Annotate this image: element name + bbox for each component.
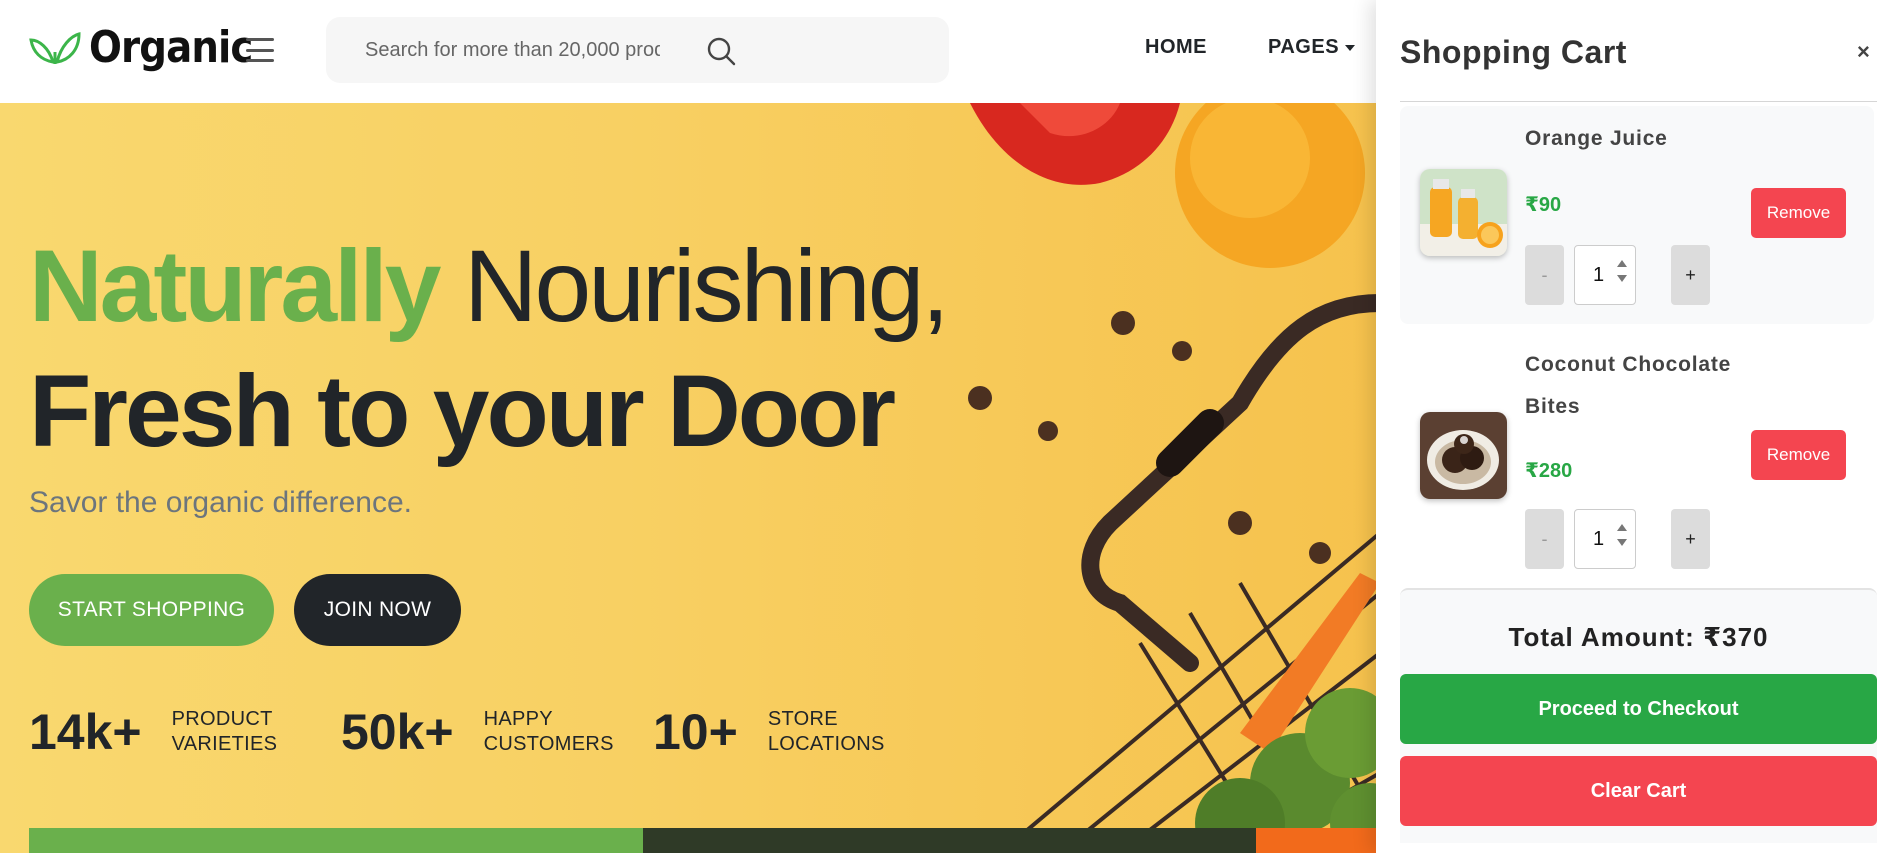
- item-price: ₹280: [1525, 460, 1573, 482]
- increase-quantity-button[interactable]: +: [1671, 245, 1710, 305]
- spinner-arrows-icon[interactable]: [1617, 260, 1627, 282]
- search-icon[interactable]: [706, 36, 736, 66]
- spinner-arrows-icon[interactable]: [1617, 524, 1627, 546]
- logo-text: Organic: [89, 22, 253, 73]
- cart-title: Shopping Cart: [1400, 34, 1627, 70]
- hero-subtitle: Savor the organic difference.: [29, 486, 413, 519]
- decrease-quantity-button[interactable]: -: [1525, 245, 1564, 305]
- divider: [1400, 101, 1877, 102]
- stat-value: 50k+: [341, 704, 454, 760]
- stat-product-varieties: 14k+ PRODUCT VARIETIES: [29, 703, 277, 761]
- quantity-value: 1: [1593, 527, 1605, 550]
- feature-strip-orange: [1256, 828, 1380, 853]
- stat-label: PRODUCT VARIETIES: [171, 708, 278, 755]
- checkout-button[interactable]: Proceed to Checkout: [1400, 674, 1877, 744]
- search-bar: [326, 17, 949, 83]
- quantity-stepper[interactable]: 1: [1574, 509, 1636, 569]
- feature-strip-dark: [643, 828, 1256, 853]
- quantity-value: 1: [1593, 263, 1605, 286]
- start-shopping-button[interactable]: START SHOPPING: [29, 574, 274, 646]
- item-name: Coconut Chocolate Bites: [1525, 353, 1732, 418]
- join-now-button[interactable]: JOIN NOW: [294, 574, 461, 646]
- total-amount: Total Amount: ₹370: [1508, 622, 1769, 652]
- orange-juice-thumbnail: [1420, 169, 1507, 256]
- caret-down-icon: [1345, 44, 1356, 51]
- cart-item: Coconut Chocolate Bites ₹280 Remove - 1 …: [1400, 338, 1874, 578]
- stat-happy-customers: 50k+ HAPPY CUSTOMERS: [341, 703, 614, 761]
- grocery-basket-illustration: [968, 103, 1380, 853]
- nav-pages-label: PAGES: [1268, 36, 1340, 58]
- close-icon[interactable]: ×: [1857, 39, 1870, 65]
- coconut-chocolate-bites-thumbnail: [1420, 412, 1507, 499]
- increase-quantity-button[interactable]: +: [1671, 509, 1710, 569]
- remove-button[interactable]: Remove: [1751, 430, 1846, 480]
- stat-store-locations: 10+ STORE LOCATIONS: [653, 703, 885, 761]
- item-name: Orange Juice: [1525, 127, 1668, 150]
- hero-banner: Naturally Nourishing, Fresh to your Door…: [0, 103, 1380, 853]
- stat-label: STORE LOCATIONS: [767, 708, 885, 755]
- hero-headline-highlight: Naturally: [29, 229, 441, 343]
- nav-home-label: HOME: [1145, 36, 1207, 58]
- nav-pages[interactable]: PAGES: [1268, 36, 1356, 59]
- search-input[interactable]: [365, 38, 660, 62]
- remove-button[interactable]: Remove: [1751, 188, 1846, 238]
- stat-value: 14k+: [29, 704, 142, 760]
- feature-strip-green: [29, 828, 643, 853]
- decrease-quantity-button[interactable]: -: [1525, 509, 1564, 569]
- quantity-stepper[interactable]: 1: [1574, 245, 1636, 305]
- logo[interactable]: Organic: [29, 22, 275, 73]
- item-price: ₹90: [1525, 194, 1562, 216]
- stat-value: 10+: [653, 704, 738, 760]
- menu-toggle-icon[interactable]: [246, 38, 274, 62]
- nav-home[interactable]: HOME: [1145, 36, 1207, 59]
- stat-label: HAPPY CUSTOMERS: [483, 708, 614, 755]
- leaf-logo-icon: [29, 31, 81, 64]
- hero-headline-line1: Naturally Nourishing,: [29, 228, 950, 345]
- cart-summary: Total Amount: ₹370 Proceed to Checkout C…: [1400, 588, 1877, 843]
- clear-cart-button[interactable]: Clear Cart: [1400, 756, 1877, 826]
- cart-item: Orange Juice ₹90 Remove - 1 +: [1400, 106, 1874, 324]
- hero-headline-line2: Fresh to your Door: [29, 354, 896, 468]
- hero-headline-rest: Nourishing,: [438, 229, 950, 343]
- shopping-cart-panel: Shopping Cart × Orange Juice ₹90 Remove …: [1376, 0, 1887, 853]
